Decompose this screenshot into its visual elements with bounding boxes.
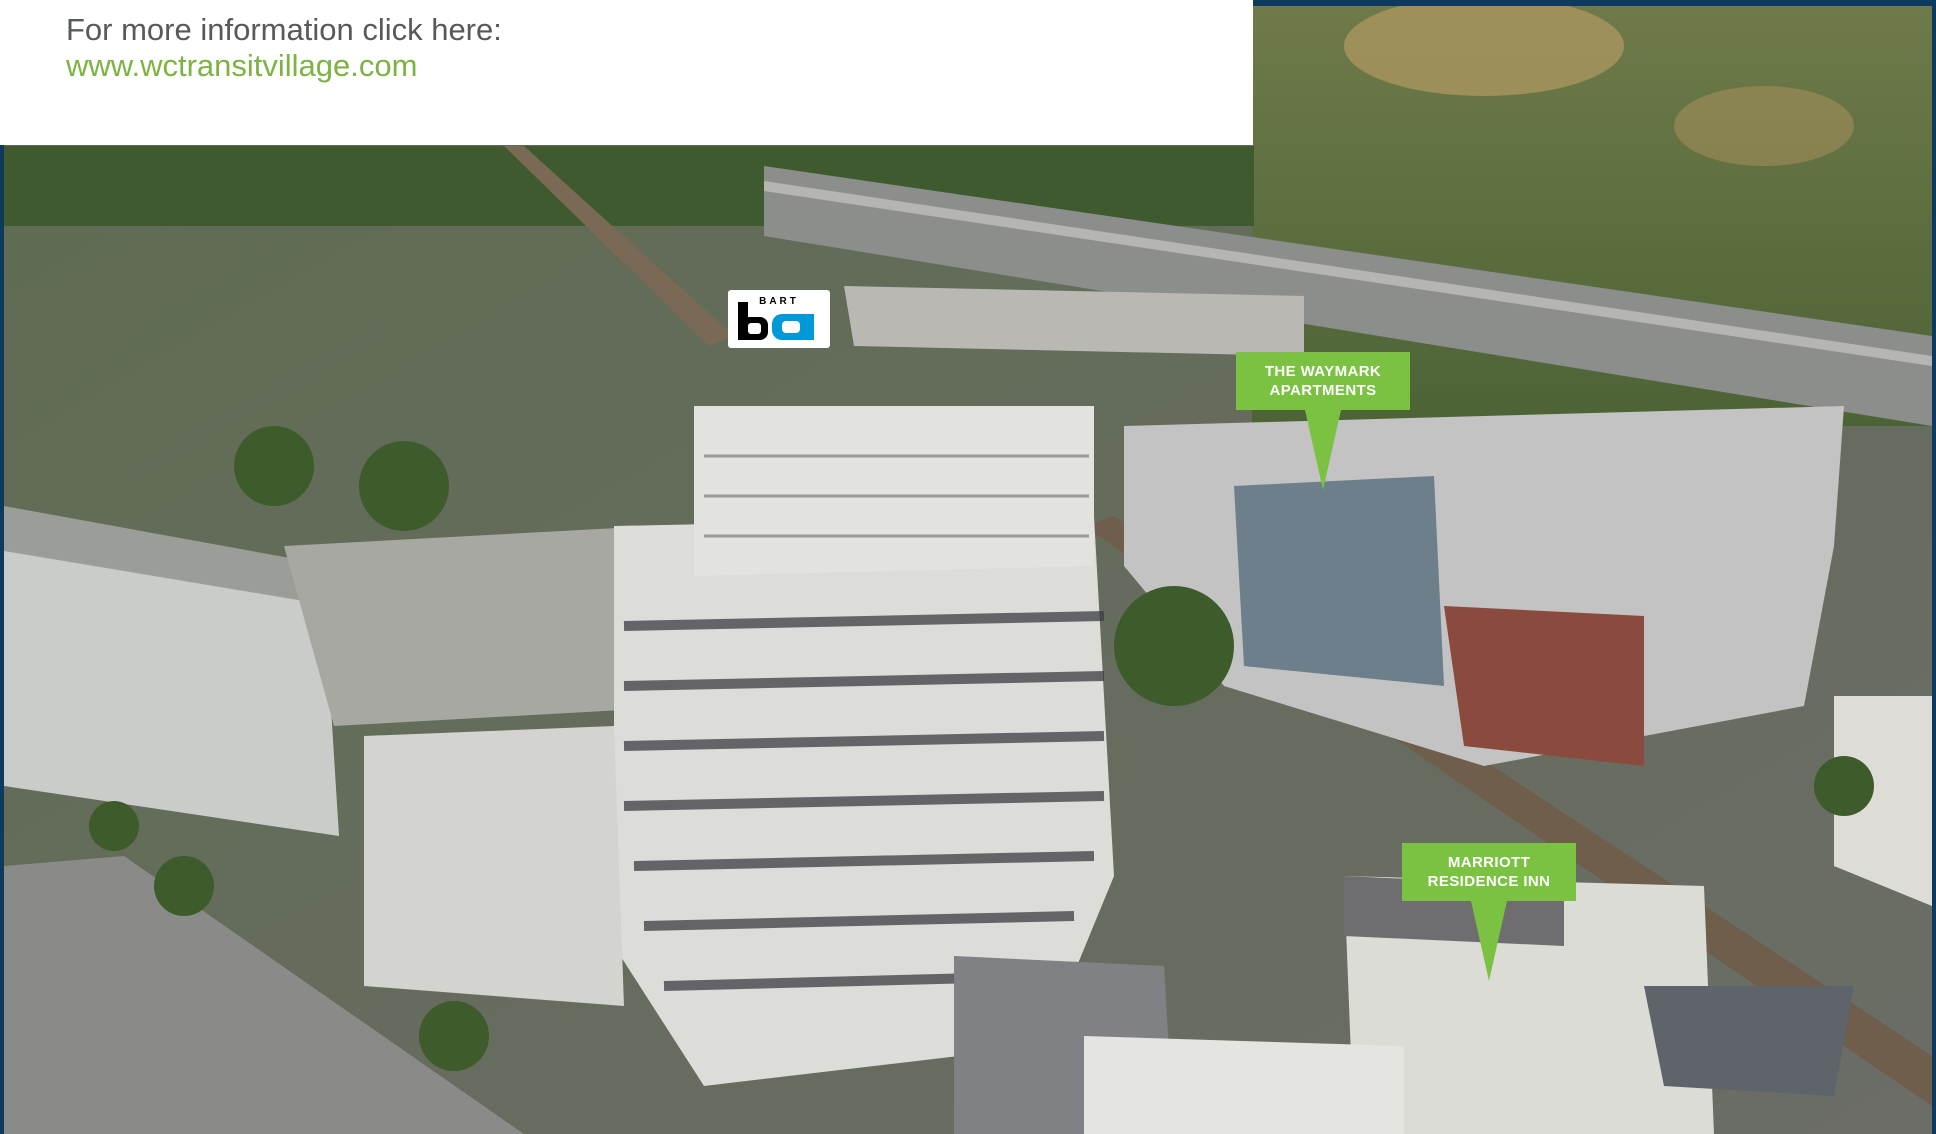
info-panel: For more information click here: www.wct… <box>0 0 1253 145</box>
marriott-callout-line1: MARRIOTT <box>1447 854 1531 871</box>
waymark-apartments-callout: THE WAYMARK APARTMENTS <box>1236 352 1410 410</box>
info-text: For more information click here: <box>66 12 502 47</box>
aerial-photo <box>4 6 1932 1134</box>
website-link[interactable]: www.wctransitvillage.com <box>66 48 417 84</box>
marriott-residence-inn-callout: MARRIOTT RESIDENCE INN <box>1402 843 1576 901</box>
waymark-callout-line1: THE WAYMARK <box>1264 363 1382 380</box>
marriott-callout-line2: RESIDENCE INN <box>1427 873 1551 890</box>
bart-logo-icon: BART <box>728 290 830 348</box>
svg-text:BART: BART <box>759 296 799 307</box>
waymark-callout-line2: APARTMENTS <box>1269 382 1377 399</box>
